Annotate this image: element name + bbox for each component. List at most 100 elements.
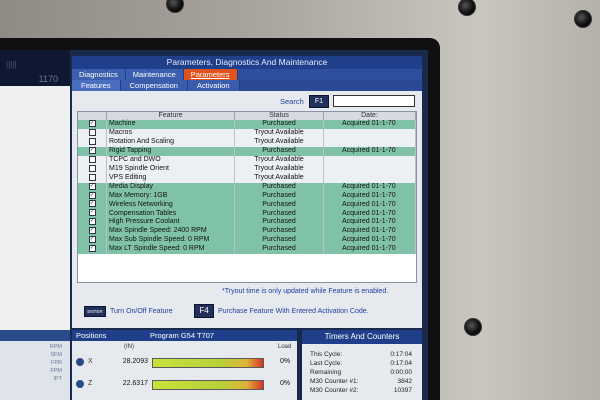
positions-header: Positions Program G54 T707 bbox=[72, 330, 297, 341]
feature-name: Rotation And Scaling bbox=[106, 137, 235, 147]
positions-columns: (IN) Load bbox=[72, 341, 297, 353]
table-row[interactable]: VPS Editing Tryout Available bbox=[78, 173, 416, 183]
feature-status: Purchased bbox=[234, 146, 324, 156]
sub-tabs: Features Compensation Activation bbox=[72, 80, 422, 91]
feature-status: Tryout Available bbox=[234, 155, 324, 165]
feature-checkbox[interactable] bbox=[88, 137, 96, 145]
feature-status: Purchased bbox=[234, 200, 324, 210]
label-sfm: SFM bbox=[50, 352, 62, 358]
feature-checkbox-cell[interactable]: ✓ bbox=[78, 200, 107, 210]
feature-checkbox-cell[interactable]: ✓ bbox=[78, 245, 107, 255]
f4-key[interactable]: F4 bbox=[194, 304, 214, 318]
subtab-compensation[interactable]: Compensation bbox=[120, 80, 188, 91]
feature-date: Acquired 01-1-70 bbox=[323, 182, 416, 192]
table-row[interactable]: Rotation And Scaling Tryout Available bbox=[78, 137, 416, 147]
feature-checkbox-cell[interactable]: ✓ bbox=[78, 146, 107, 156]
feature-checkbox[interactable]: ✓ bbox=[88, 218, 96, 226]
feature-checkbox[interactable] bbox=[88, 164, 96, 172]
feature-status: Purchased bbox=[234, 236, 324, 246]
axis-name: Z bbox=[88, 380, 93, 387]
feature-status: Purchased bbox=[234, 227, 324, 237]
timers-title: Timers And Counters bbox=[302, 330, 422, 344]
tab-maintenance[interactable]: Maintenance bbox=[125, 69, 184, 80]
table-row[interactable]: TCPC and DWO Tryout Available bbox=[78, 155, 416, 165]
table-row[interactable]: ✓ Media Display Purchased Acquired 01-1-70 bbox=[78, 182, 416, 192]
feature-checkbox-cell[interactable]: ✓ bbox=[78, 120, 107, 129]
feature-checkbox-cell[interactable] bbox=[78, 128, 107, 138]
feature-checkbox-cell[interactable]: ✓ bbox=[78, 236, 107, 246]
feature-checkbox-cell[interactable] bbox=[78, 137, 107, 147]
feature-checkbox[interactable]: ✓ bbox=[88, 191, 96, 199]
feature-checkbox[interactable]: ✓ bbox=[88, 245, 96, 253]
feature-status: Purchased bbox=[234, 245, 324, 255]
label-fpr: FPR bbox=[51, 360, 62, 366]
subtab-activation[interactable]: Activation bbox=[187, 80, 240, 91]
subtab-features[interactable]: Features bbox=[72, 80, 121, 91]
axis-icon bbox=[76, 358, 84, 366]
timer-row: M30 Counter #2: 10397 bbox=[302, 386, 422, 395]
tab-diagnostics[interactable]: Diagnostics bbox=[72, 69, 126, 80]
feature-name: TCPC and DWO bbox=[106, 155, 235, 165]
search-input[interactable] bbox=[333, 95, 415, 107]
table-row[interactable]: ✓ Machine Purchased Acquired 01-1-70 bbox=[78, 120, 416, 129]
feature-date: Acquired 01-1-70 bbox=[323, 146, 416, 156]
table-row[interactable]: ✓ Wireless Networking Purchased Acquired 01… bbox=[78, 200, 416, 210]
feature-checkbox-cell[interactable]: ✓ bbox=[78, 227, 107, 237]
timer-row: Remaining 0:00:00 bbox=[302, 368, 422, 377]
feature-name: High Pressure Coolant bbox=[106, 218, 235, 228]
parameters-window: Parameters, Diagnostics And Maintenance … bbox=[72, 56, 422, 328]
load-label: Load bbox=[278, 344, 292, 350]
enter-key[interactable]: ENTER bbox=[84, 305, 106, 317]
feature-date: Acquired 01-1-70 bbox=[323, 120, 416, 129]
table-row[interactable]: Macros Tryout Available bbox=[78, 128, 416, 138]
spindle-panel: RPM SFM FPR FPM IPT bbox=[0, 330, 70, 400]
feature-checkbox[interactable] bbox=[88, 173, 96, 181]
feature-checkbox[interactable] bbox=[88, 155, 96, 163]
feature-checkbox[interactable]: ✓ bbox=[88, 120, 96, 127]
feature-checkbox[interactable]: ✓ bbox=[88, 236, 96, 244]
feature-name: Machine bbox=[106, 120, 235, 129]
timer-label: M30 Counter #1: bbox=[310, 378, 359, 385]
enter-hint: ENTER Turn On/Off Feature bbox=[84, 304, 173, 318]
feature-status: Purchased bbox=[234, 182, 324, 192]
feature-checkbox-cell[interactable]: ✓ bbox=[78, 218, 107, 228]
table-row[interactable]: ✓ Max LT Spindle Speed: 0 RPM Purchased Acq… bbox=[78, 245, 416, 255]
table-row[interactable]: ✓ Max Sub Spindle Speed: 0 RPM Purchased Ac… bbox=[78, 236, 416, 246]
feature-checkbox[interactable]: ✓ bbox=[88, 200, 96, 208]
feature-checkbox-cell[interactable]: ✓ bbox=[78, 209, 107, 219]
feature-checkbox-cell[interactable]: ✓ bbox=[78, 191, 107, 201]
feature-checkbox[interactable]: ✓ bbox=[88, 182, 96, 190]
feature-name: Macros bbox=[106, 128, 235, 138]
positions-panel: Positions Program G54 T707 (IN) Load X 2… bbox=[72, 330, 297, 400]
table-row[interactable]: ✓ Max Spindle Speed: 2400 RPM Purchased Acq… bbox=[78, 227, 416, 237]
feature-checkbox-cell[interactable]: ✓ bbox=[78, 182, 107, 192]
table-row[interactable]: ✓ Rigid Tapping Purchased Acquired 01-1-70 bbox=[78, 146, 416, 156]
load-bar bbox=[152, 358, 264, 368]
f1-key[interactable]: F1 bbox=[309, 95, 329, 108]
feature-status: Purchased bbox=[234, 218, 324, 228]
feature-checkbox[interactable] bbox=[88, 128, 96, 136]
feature-name: Wireless Networking bbox=[106, 200, 235, 210]
axis-icon bbox=[76, 380, 84, 388]
table-row[interactable]: ✓ Compensation Tables Purchased Acquired 01… bbox=[78, 209, 416, 219]
timer-label: M30 Counter #2: bbox=[310, 387, 359, 394]
table-row[interactable]: ✓ Max Memory: 1GB Purchased Acquired 01-1-7… bbox=[78, 191, 416, 201]
axis-row: Z 22.6317 0% bbox=[72, 378, 297, 392]
feature-date bbox=[323, 155, 416, 165]
column-feature: Feature bbox=[106, 112, 235, 120]
f4-hint-text: Purchase Feature With Entered Activation… bbox=[218, 307, 369, 315]
feature-status: Tryout Available bbox=[234, 128, 324, 138]
feature-status: Tryout Available bbox=[234, 164, 324, 174]
feature-checkbox-cell[interactable] bbox=[78, 155, 107, 165]
table-row[interactable]: M19 Spindle Orient Tryout Available bbox=[78, 164, 416, 174]
feature-status: Tryout Available bbox=[234, 173, 324, 183]
feature-checkbox[interactable]: ✓ bbox=[88, 209, 96, 217]
feature-checkbox[interactable]: ✓ bbox=[88, 146, 96, 154]
table-row[interactable]: ✓ High Pressure Coolant Purchased Acquired … bbox=[78, 218, 416, 228]
feature-status: Tryout Available bbox=[234, 137, 324, 147]
feature-checkbox[interactable]: ✓ bbox=[88, 227, 96, 235]
feature-checkbox-cell[interactable] bbox=[78, 164, 107, 174]
table-header: Feature Status Date: bbox=[78, 112, 416, 120]
feature-checkbox-cell[interactable] bbox=[78, 173, 107, 183]
tab-parameters[interactable]: Parameters bbox=[183, 69, 238, 80]
